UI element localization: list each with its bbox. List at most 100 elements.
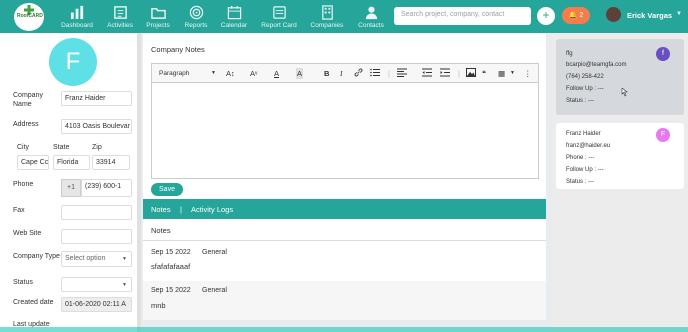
app-logo[interactable]: RoofCARD xyxy=(14,3,44,31)
note-type: General xyxy=(202,287,227,294)
add-button[interactable]: + xyxy=(537,7,555,25)
contact-card[interactable]: ffg f bcarpio@teamgfa.com (764) 258-422 … xyxy=(556,39,684,115)
logo-text: RoofCARD xyxy=(17,13,43,19)
calendar-icon xyxy=(227,5,241,20)
font-family-button[interactable]: Aᵛ xyxy=(250,68,257,79)
note-text: sfafafafaaaf xyxy=(151,262,191,271)
bottom-scroll-strip xyxy=(0,327,688,332)
save-button[interactable]: Save xyxy=(151,183,183,196)
target-icon xyxy=(189,5,203,20)
created-date-label: Created date xyxy=(13,299,54,306)
contact-email: bcarpio@teamgfa.com xyxy=(566,62,627,68)
contact-email: franz@haider.eu xyxy=(566,143,611,149)
editor-toolbar: Paragraph ▼ A↕ Aᵛ A A B I | | ❝ ▦ ▼ ⋮ xyxy=(152,64,538,83)
contact-card[interactable]: Franz Haider F franz@haider.eu Phone : -… xyxy=(556,123,684,189)
divider xyxy=(143,240,546,241)
report-card-icon xyxy=(272,6,286,19)
nav-contacts[interactable]: Contacts xyxy=(348,5,394,29)
align-button[interactable] xyxy=(397,68,407,79)
toolbar-divider: | xyxy=(458,69,460,78)
nav-companies[interactable]: Companies xyxy=(304,5,350,29)
nav-calendar[interactable]: Calendar xyxy=(211,5,257,29)
company-notes-title: Company Notes xyxy=(151,45,205,54)
outdent-button[interactable] xyxy=(422,68,432,79)
notes-panel: Company Notes Paragraph ▼ A↕ Aᵛ A A B I … xyxy=(143,33,546,320)
phone-prefix[interactable]: +1 xyxy=(61,179,81,197)
person-icon xyxy=(365,6,377,20)
zip-field[interactable]: 33914 xyxy=(92,155,130,170)
nav-companies-label: Companies xyxy=(310,22,344,29)
list-item[interactable]: Sep 15 2022 General mnb xyxy=(143,281,546,320)
company-type-value: Select option xyxy=(65,255,106,262)
company-name-field[interactable]: Franz Haider xyxy=(61,91,132,106)
state-field[interactable]: Florida xyxy=(53,155,90,170)
global-search-input[interactable]: Search project, company, contact xyxy=(394,7,531,25)
more-options-icon[interactable]: ⋮ xyxy=(524,68,532,79)
nav-report-card[interactable]: Report Card xyxy=(256,5,302,29)
fax-field[interactable] xyxy=(61,205,132,220)
website-label: Web Site xyxy=(13,230,42,237)
website-field[interactable] xyxy=(61,229,132,244)
blockquote-button[interactable]: ❝ xyxy=(482,68,486,79)
note-date: Sep 15 2022 xyxy=(151,287,191,294)
insert-table-button[interactable]: ▦ xyxy=(498,68,505,79)
indent-button[interactable] xyxy=(440,68,450,79)
nav-dashboard[interactable]: Dashboard xyxy=(54,5,100,29)
chevron-down-icon: ▼ xyxy=(122,282,127,288)
tab-notes[interactable]: Notes xyxy=(151,205,171,214)
chevron-down-icon: ▼ xyxy=(122,256,127,262)
notification-count: 2 xyxy=(579,12,584,19)
chevron-down-icon[interactable]: ▼ xyxy=(676,11,682,17)
link-button[interactable] xyxy=(354,68,363,79)
user-avatar[interactable] xyxy=(606,7,621,22)
nav-contacts-label: Contacts xyxy=(358,22,384,29)
dashboard-icon xyxy=(70,5,83,20)
contact-phone: (764) 258-422 xyxy=(566,74,604,80)
building-icon xyxy=(321,5,333,20)
font-color-button[interactable]: A xyxy=(274,68,279,79)
tab-activity-logs[interactable]: Activity Logs xyxy=(191,205,233,214)
note-date: Sep 15 2022 xyxy=(151,249,191,256)
company-avatar: F xyxy=(49,38,97,86)
font-size-button[interactable]: A↕ xyxy=(226,68,235,79)
link-icon xyxy=(354,68,363,77)
insert-image-button[interactable] xyxy=(466,68,476,79)
left-scrollbar[interactable] xyxy=(137,33,141,332)
bullet-list-button[interactable] xyxy=(370,68,380,79)
company-details-panel: F Company Name Franz Haider Address 4103… xyxy=(0,33,141,332)
contact-follow-up: Follow Up : --- xyxy=(566,167,604,173)
italic-button[interactable]: I xyxy=(340,68,343,79)
phone-label: Phone xyxy=(13,181,34,188)
notifications-badge[interactable]: 🔔 2 xyxy=(562,7,590,24)
state-label: State xyxy=(53,144,70,151)
notes-list-title: Notes xyxy=(151,226,171,235)
company-name-label: Company Name xyxy=(13,92,43,108)
city-field[interactable]: Cape Cc xyxy=(17,155,49,170)
highlight-button[interactable]: A xyxy=(296,68,304,79)
contact-name: Franz Haider xyxy=(566,131,601,137)
address-label: Address xyxy=(13,121,39,128)
activities-icon xyxy=(113,6,127,19)
paragraph-select[interactable]: Paragraph ▼ xyxy=(156,67,218,80)
company-type-label: Company Type xyxy=(13,253,60,260)
city-label: City xyxy=(17,144,30,151)
status-select[interactable]: ▼ xyxy=(61,277,132,292)
chevron-down-icon: ▼ xyxy=(211,70,216,76)
bold-button[interactable]: B xyxy=(324,68,329,79)
company-type-select[interactable]: Select option ▼ xyxy=(61,251,132,267)
notes-editor[interactable]: Paragraph ▼ A↕ Aᵛ A A B I | | ❝ ▦ ▼ ⋮ xyxy=(151,63,539,179)
image-icon xyxy=(466,68,476,77)
nav-dashboard-label: Dashboard xyxy=(61,22,93,29)
chevron-down-icon[interactable]: ▼ xyxy=(510,68,515,79)
nav-calendar-label: Calendar xyxy=(220,22,248,29)
paragraph-value: Paragraph xyxy=(159,70,190,77)
bell-icon: 🔔 xyxy=(568,12,578,19)
mouse-cursor-icon xyxy=(621,88,628,97)
note-type: General xyxy=(202,249,227,256)
contact-name: ffg xyxy=(566,51,573,57)
tab-separator: | xyxy=(180,205,182,214)
user-name[interactable]: Erick Vargas xyxy=(627,11,672,20)
phone-field[interactable]: (239) 600-1 xyxy=(81,179,132,197)
indent-icon xyxy=(440,68,450,77)
address-field[interactable]: 4103 Oasis Boulevar xyxy=(61,119,132,134)
